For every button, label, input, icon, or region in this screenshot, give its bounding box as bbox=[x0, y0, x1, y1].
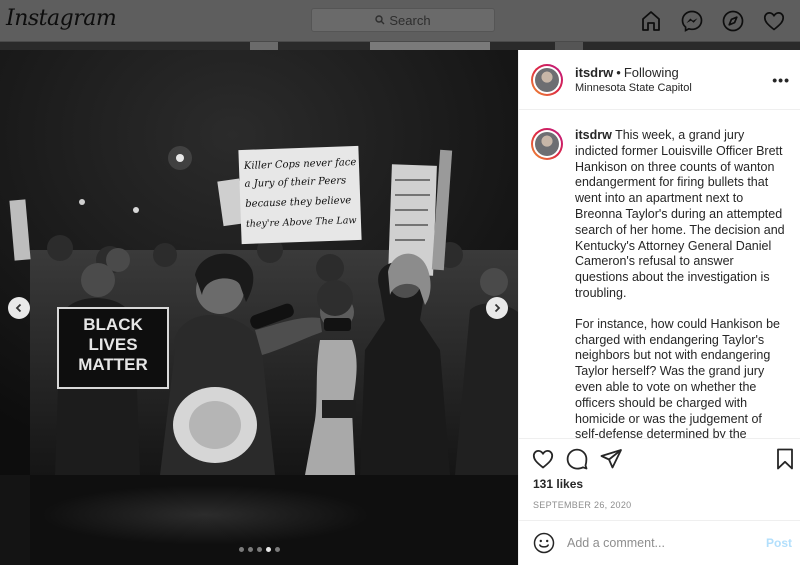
heart-icon[interactable] bbox=[762, 9, 786, 33]
bookmark-icon[interactable] bbox=[773, 447, 799, 473]
post-author-line: itsdrw • Following bbox=[575, 65, 679, 80]
caption-paragraph-2: For instance, how could Hankison be char… bbox=[575, 316, 780, 438]
share-icon[interactable] bbox=[599, 447, 625, 473]
post-comment-button[interactable]: Post bbox=[766, 536, 792, 550]
username-link[interactable]: itsdrw bbox=[575, 65, 613, 80]
post-photo[interactable]: Killer Cops never face a Jury of their P… bbox=[0, 50, 518, 475]
background-feed-strip bbox=[0, 42, 800, 50]
emoji-icon[interactable] bbox=[533, 532, 555, 554]
instagram-logo[interactable]: Instagram bbox=[6, 6, 117, 31]
post-details-panel: itsdrw • Following Minnesota State Capitol… bbox=[518, 50, 800, 565]
carousel-dot bbox=[248, 547, 253, 552]
following-button[interactable]: Following bbox=[624, 65, 679, 80]
carousel-indicator bbox=[239, 547, 280, 552]
search-box[interactable]: Search bbox=[311, 8, 495, 32]
avatar[interactable] bbox=[531, 64, 563, 96]
carousel-dot bbox=[239, 547, 244, 552]
carousel-prev-button[interactable] bbox=[8, 297, 30, 319]
caption-paragraph-1: itsdrw This week, a grand jury indicted … bbox=[575, 128, 788, 302]
search-placeholder: Search bbox=[389, 12, 431, 28]
caption-area: itsdrw This week, a grand jury indicted … bbox=[519, 110, 800, 438]
more-options-button[interactable]: ••• bbox=[772, 72, 790, 88]
chevron-left-icon bbox=[15, 303, 22, 313]
comment-icon[interactable] bbox=[565, 447, 591, 473]
comment-bar: Post bbox=[519, 520, 800, 565]
top-navigation-bar: Instagram Search bbox=[0, 0, 800, 42]
caption-text: This week, a grand jury indicted former … bbox=[575, 128, 785, 300]
separator: • bbox=[616, 65, 621, 80]
carousel-dot bbox=[266, 547, 271, 552]
post-header: itsdrw • Following Minnesota State Capitol… bbox=[519, 50, 800, 110]
post-date[interactable]: SEPTEMBER 26, 2020 bbox=[533, 500, 631, 510]
like-icon[interactable] bbox=[531, 447, 557, 473]
protest-photo-image: Killer Cops never face a Jury of their P… bbox=[0, 50, 518, 475]
location-link[interactable]: Minnesota State Capitol bbox=[575, 82, 692, 94]
caption-avatar[interactable] bbox=[531, 128, 563, 160]
action-bar bbox=[519, 438, 800, 478]
blm-sign-line-2: LIVES bbox=[88, 335, 137, 354]
explore-icon[interactable] bbox=[721, 9, 745, 33]
caption-username-link[interactable]: itsdrw bbox=[575, 128, 612, 142]
blm-sign-line-3: MATTER bbox=[78, 355, 148, 374]
search-icon bbox=[375, 15, 385, 25]
carousel-next-button[interactable] bbox=[486, 297, 508, 319]
carousel-dot bbox=[257, 547, 262, 552]
blm-sign-line-1: BLACK bbox=[83, 315, 143, 334]
carousel-dot bbox=[275, 547, 280, 552]
messenger-icon[interactable] bbox=[680, 9, 704, 33]
home-icon[interactable] bbox=[639, 9, 663, 33]
likes-count[interactable]: 131 likes bbox=[533, 477, 583, 491]
comment-input[interactable] bbox=[567, 531, 757, 555]
chevron-right-icon bbox=[494, 303, 501, 313]
